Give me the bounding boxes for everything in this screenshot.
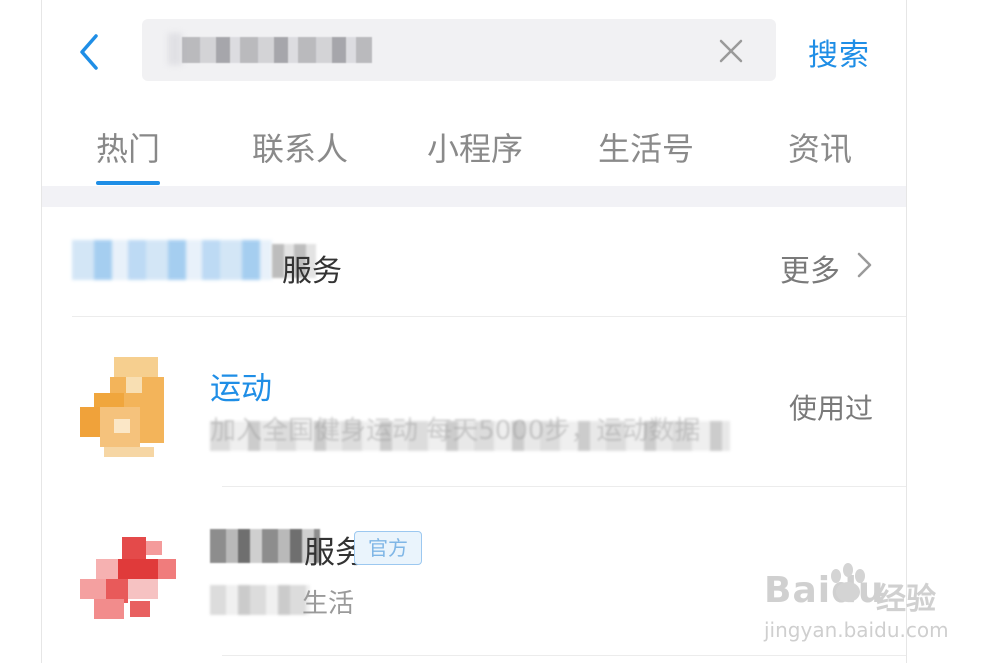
result-description: 加入全国健身运动 每天5000步，运动数据 [210,416,701,446]
used-status-label: 使用过 [789,392,874,425]
close-icon [719,39,743,63]
section-title: 服务 [282,254,342,289]
more-link[interactable]: 更多 [780,246,840,290]
result-item-sports[interactable]: 运动 加入全国健身运动 每天5000步，运动数据 使用过 [42,317,906,477]
section-title-blurred [72,240,272,280]
orange-sneaker-icon [80,357,164,457]
result-name: 运动 [210,371,272,407]
search-query-text: █████ [182,37,372,63]
left-margin [0,0,42,663]
clear-search-button[interactable] [716,36,746,66]
result-description-suffix: 生活 [302,589,355,619]
watermark-logo-text-cn: 经验 [876,582,936,617]
back-button[interactable] [70,32,110,72]
tab-contacts[interactable]: 联系人 [252,124,348,170]
section-divider [42,186,906,207]
chevron-right-icon [857,252,872,278]
tab-hot[interactable]: 热门 [96,124,160,170]
result-tabs: 热门 联系人 小程序 生活号 资讯 [42,120,906,186]
active-tab-indicator [96,181,160,185]
red-logo-icon [80,537,176,619]
tab-news[interactable]: 资讯 [788,124,852,170]
watermark-url: jingyan.baidu.com [764,618,949,642]
tab-life-accounts[interactable]: 生活号 [598,124,694,170]
search-button[interactable]: 搜索 [808,30,870,74]
result-description-blurred [210,585,310,615]
chevron-left-icon [80,34,98,70]
tab-mini-programs[interactable]: 小程序 [427,124,523,170]
search-input[interactable]: █████ [142,19,776,81]
paw-icon [831,563,865,602]
search-query-cursor-blur [168,33,182,65]
official-badge: 官方 [354,531,422,565]
baidu-jingyan-watermark: Baidu 经验 jingyan.baidu.com [764,556,964,656]
